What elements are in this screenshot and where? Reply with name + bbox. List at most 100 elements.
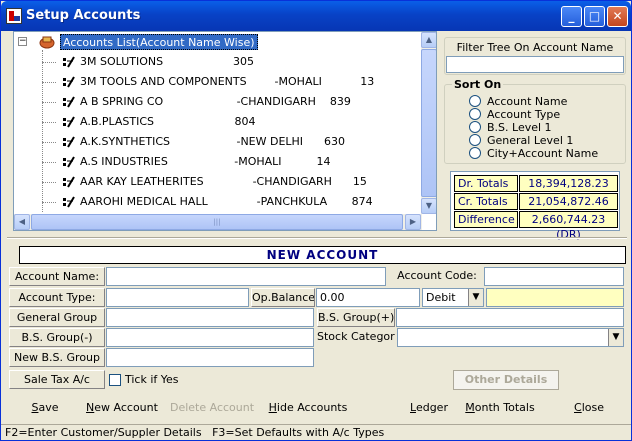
tree-item[interactable]: 3M TOOLS AND COMPONENTS -MOHALI 13 [80, 72, 374, 92]
tree-branch-line [42, 142, 56, 143]
tree-item[interactable]: AAROHI MEDICAL HALL -PANCHKULA 874 [80, 192, 373, 212]
account-type-label: Account Type: [9, 288, 105, 307]
debit-credit-value: Debit [426, 291, 456, 304]
filter-box: Filter Tree On Account Name [444, 37, 626, 75]
cr-totals-label: Cr. Totals [454, 193, 518, 210]
stock-category-select[interactable]: ▼ [397, 328, 624, 347]
bs-group-plus-input[interactable] [396, 308, 624, 327]
tree-branch-line [42, 62, 56, 63]
tree-branch-line [42, 122, 56, 123]
account-name-input[interactable] [106, 267, 386, 286]
scroll-down-icon[interactable]: ▼ [421, 198, 436, 214]
new-bs-group-input[interactable] [106, 348, 314, 367]
account-type-input[interactable] [106, 288, 249, 307]
sale-tax-label: Sale Tax A/c [9, 370, 105, 389]
sort-option-radio[interactable] [469, 121, 481, 133]
sort-option-label: B.S. Level 1 [487, 121, 552, 134]
sort-option-radio[interactable] [469, 95, 481, 107]
sort-option-radio[interactable] [469, 108, 481, 120]
cr-totals-value: 21,054,872.46 [519, 193, 618, 210]
tick-if-yes-label: Tick if Yes [125, 373, 179, 386]
scroll-up-icon[interactable]: ▲ [421, 32, 436, 48]
status-bar: F2=Enter Customer/Suppler Details F3=Set… [1, 424, 631, 440]
difference-label: Difference [454, 211, 518, 228]
minimize-button[interactable]: _ [561, 6, 582, 27]
book-icon [39, 36, 55, 49]
totals-panel: Dr. Totals 18,394,128.23 Cr. Totals 21,0… [450, 171, 620, 241]
account-code-label: Account Code: [391, 267, 483, 286]
op-balance-label: Op.Balance: [251, 288, 315, 307]
scroll-right-icon[interactable]: ▶ [405, 214, 421, 230]
sort-option-label: City+Account Name [487, 147, 599, 160]
ledger-icon [63, 116, 75, 128]
new-bs-group-label: New B.S. Group [9, 348, 105, 367]
ledger-icon [63, 156, 75, 168]
difference-value: 2,660,744.23 (DR) [519, 211, 618, 241]
tree-branch-line [42, 102, 56, 103]
account-code-input[interactable] [484, 267, 624, 286]
window-title: Setup Accounts [26, 8, 141, 23]
tree-vertical-scrollbar[interactable]: ▲ ▼ [421, 32, 436, 214]
tree-branch-line [42, 182, 56, 183]
op-balance-input[interactable]: 0.00 [316, 288, 420, 307]
ledger-icon [63, 176, 75, 188]
bs-group-minus-label: B.S. Group(-) [9, 328, 105, 347]
horizontal-scroll-thumb[interactable]: ||| [31, 214, 403, 230]
close-button[interactable]: Close [557, 398, 621, 418]
ledger-icon [63, 136, 75, 148]
filter-label: Filter Tree On Account Name [456, 41, 614, 54]
sort-option-label: Account Name [487, 95, 568, 108]
filter-input[interactable] [446, 56, 624, 73]
sort-on-group: Sort On Account Name Account Type B.S. Lev… [444, 78, 626, 164]
setup-accounts-window: Setup Accounts _ □ ✕ − Accounts List(Acc… [0, 0, 632, 441]
ledger-icon [63, 96, 75, 108]
tree-item[interactable]: A B SPRING CO -CHANDIGARH 839 [80, 92, 351, 112]
general-group-input[interactable] [106, 308, 314, 327]
new-account-button[interactable]: New Account [83, 398, 161, 418]
ledger-icon [63, 56, 75, 68]
tree-branch-line [42, 162, 56, 163]
title-bar[interactable]: Setup Accounts _ □ ✕ [1, 1, 631, 31]
sort-option-label: General Level 1 [487, 134, 574, 147]
other-details-button[interactable]: Other Details [453, 370, 559, 390]
tree-collapse-icon[interactable]: − [18, 37, 27, 46]
dr-totals-label: Dr. Totals [454, 175, 518, 192]
ledger-icon [63, 76, 75, 88]
form-heading: NEW ACCOUNT [19, 246, 626, 264]
tree-item[interactable]: A.B.PLASTICS 804 [80, 112, 255, 132]
sort-option-radio[interactable] [469, 134, 481, 146]
tree-branch-line [42, 202, 56, 203]
sale-tax-checkbox[interactable] [109, 374, 121, 386]
save-button[interactable]: Save [13, 398, 77, 418]
sort-on-title: Sort On [452, 78, 504, 91]
debit-credit-select[interactable]: Debit ▼ [422, 288, 484, 307]
account-name-label: Account Name: [9, 267, 105, 286]
vertical-scroll-thumb[interactable] [421, 49, 436, 197]
stock-category-label: Stock Category [317, 328, 395, 347]
tree-item[interactable]: 3M SOLUTIONS 305 [80, 52, 254, 72]
month-totals-button[interactable]: Month Totals [463, 398, 537, 418]
tree-root-label[interactable]: Accounts List(Account Name Wise) [60, 34, 258, 50]
tree-item[interactable]: A.K.SYNTHETICS -NEW DELHI 630 [80, 132, 345, 152]
bs-group-minus-input[interactable] [106, 328, 314, 347]
accounts-tree[interactable]: − Accounts List(Account Name Wise) 3M SO… [13, 31, 437, 231]
dr-totals-value: 18,394,128.23 [519, 175, 618, 192]
balance-highlight-field[interactable] [486, 288, 624, 307]
chevron-down-icon[interactable]: ▼ [608, 329, 623, 346]
tree-item[interactable]: AAR KAY LEATHERITES -CHANDIGARH 15 [80, 172, 367, 192]
section-divider [7, 237, 627, 239]
chevron-down-icon[interactable]: ▼ [468, 289, 483, 306]
hide-accounts-button[interactable]: Hide Accounts [261, 398, 355, 418]
sort-option-radio[interactable] [469, 147, 481, 159]
close-window-button[interactable]: ✕ [607, 6, 628, 27]
app-icon [6, 8, 22, 24]
delete-account-button[interactable]: Delete Account [167, 398, 257, 418]
maximize-button[interactable]: □ [584, 6, 605, 27]
scroll-left-icon[interactable]: ◀ [14, 214, 30, 230]
tree-item[interactable]: A.S INDUSTRIES -MOHALI 14 [80, 152, 331, 172]
general-group-label: General Group [9, 308, 105, 327]
ledger-button[interactable]: Ledger [397, 398, 461, 418]
tree-guide-line [42, 50, 43, 212]
tree-branch-line [42, 82, 56, 83]
tree-horizontal-scrollbar[interactable]: ◀ ||| ▶ [14, 214, 422, 230]
